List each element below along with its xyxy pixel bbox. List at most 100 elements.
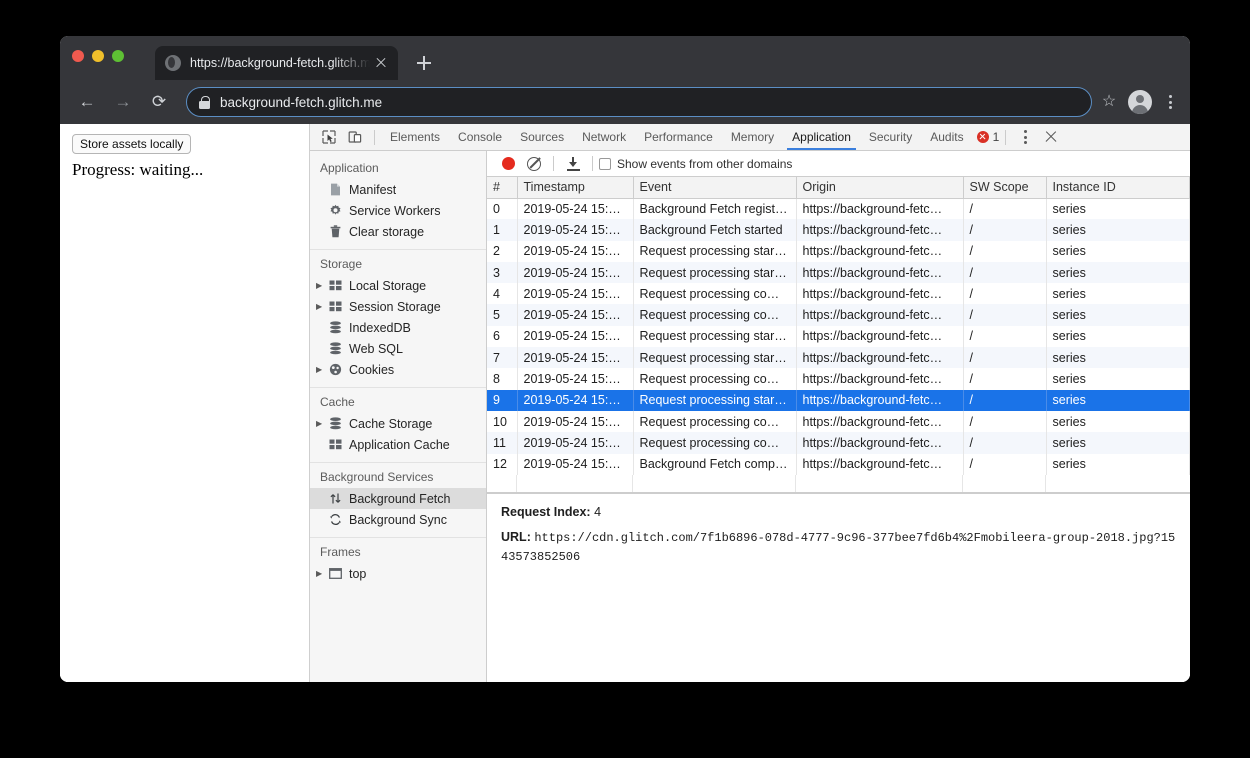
sidebar-item-clear-storage[interactable]: Clear storage bbox=[310, 221, 486, 242]
column-header-timestamp[interactable]: Timestamp bbox=[517, 177, 634, 199]
sidebar-item-application-cache[interactable]: Application Cache bbox=[310, 434, 486, 455]
chevron-right-icon[interactable]: ▶ bbox=[316, 281, 328, 290]
column-header-index[interactable]: # bbox=[487, 177, 518, 199]
chevron-right-icon[interactable]: ▶ bbox=[316, 419, 328, 428]
download-button[interactable] bbox=[560, 151, 586, 177]
sidebar-item-background-fetch[interactable]: Background Fetch bbox=[310, 488, 486, 509]
table-row[interactable]: 4 2019-05-24 15:5… Request processing com…… bbox=[487, 283, 1190, 305]
record-button[interactable] bbox=[495, 151, 521, 177]
browser-menu-icon[interactable] bbox=[1162, 94, 1178, 110]
tab-network[interactable]: Network bbox=[573, 124, 635, 150]
column-header-sw-scope[interactable]: SW Scope bbox=[963, 177, 1047, 199]
column-header-origin[interactable]: Origin bbox=[796, 177, 964, 199]
clear-button[interactable] bbox=[521, 151, 547, 177]
column-header-instance-id[interactable]: Instance ID bbox=[1046, 177, 1190, 199]
chevron-right-icon[interactable]: ▶ bbox=[316, 365, 328, 374]
tab-memory[interactable]: Memory bbox=[722, 124, 783, 150]
sidebar-section-cache: Cache ▶ Cache Storage Application Cache bbox=[310, 389, 486, 463]
cell-timestamp: 2019-05-24 15:5… bbox=[517, 240, 634, 262]
inspect-element-icon[interactable] bbox=[316, 124, 342, 150]
sidebar-section-application: Application Manifest Service Workers Cle… bbox=[310, 155, 486, 250]
tab-sources[interactable]: Sources bbox=[511, 124, 573, 150]
cell-origin: https://background-fetc… bbox=[796, 261, 964, 284]
cookie-icon bbox=[328, 362, 343, 377]
tab-audits[interactable]: Audits bbox=[921, 124, 972, 150]
back-button[interactable]: ← bbox=[72, 87, 102, 117]
sidebar-item-indexeddb[interactable]: IndexedDB bbox=[310, 317, 486, 338]
table-row-selected[interactable]: 9 2019-05-24 15:5… Request processing star… bbox=[487, 389, 1190, 411]
cell-origin: https://background-fetc… bbox=[796, 389, 964, 411]
table-row[interactable]: 10 2019-05-24 15:5… Request processing com… bbox=[487, 410, 1190, 433]
sidebar-item-web-sql[interactable]: Web SQL bbox=[310, 338, 486, 359]
tab-performance[interactable]: Performance bbox=[635, 124, 722, 150]
cell-origin: https://background-fetc… bbox=[796, 347, 964, 369]
bookmark-star-icon[interactable]: ☆ bbox=[1098, 91, 1120, 113]
sidebar-item-label: Session Storage bbox=[349, 299, 441, 314]
table-row[interactable]: 8 2019-05-24 15:5… Request processing com…… bbox=[487, 368, 1190, 390]
chevron-right-icon[interactable]: ▶ bbox=[316, 302, 328, 311]
close-window-button[interactable] bbox=[72, 50, 84, 62]
new-tab-button[interactable] bbox=[410, 49, 438, 77]
browser-tab[interactable]: https://background-fetch.glitch.me bbox=[155, 46, 398, 80]
table-row[interactable]: 5 2019-05-24 15:5… Request processing com…… bbox=[487, 304, 1190, 326]
address-bar[interactable]: background-fetch.glitch.me bbox=[186, 87, 1092, 117]
cell-event: Request processing start… bbox=[633, 347, 797, 369]
cell-event: Request processing com… bbox=[633, 432, 797, 454]
close-devtools-icon[interactable] bbox=[1038, 124, 1064, 150]
table-row[interactable]: 12 2019-05-24 15:5… Background Fetch comp…… bbox=[487, 453, 1190, 475]
cell-timestamp: 2019-05-24 15:5… bbox=[517, 389, 634, 411]
table-row[interactable]: 11 2019-05-24 15:5… Request processing com… bbox=[487, 432, 1190, 454]
table-row[interactable]: 0 2019-05-24 15:5… Background Fetch regist… bbox=[487, 198, 1190, 220]
forward-button[interactable]: → bbox=[108, 87, 138, 117]
column-header-event[interactable]: Event bbox=[633, 177, 797, 199]
cell-origin: https://background-fetc… bbox=[796, 410, 964, 433]
minimize-window-button[interactable] bbox=[92, 50, 104, 62]
maximize-window-button[interactable] bbox=[112, 50, 124, 62]
cell-scope: / bbox=[963, 347, 1047, 369]
devtools-tabbar: Elements Console Sources Network Perform… bbox=[310, 124, 1190, 151]
sidebar-item-session-storage[interactable]: ▶ Session Storage bbox=[310, 296, 486, 317]
tab-console[interactable]: Console bbox=[449, 124, 511, 150]
device-toolbar-icon[interactable] bbox=[342, 124, 368, 150]
event-grid-scroll[interactable]: # Timestamp Event Origin SW Scope Instan… bbox=[487, 177, 1190, 475]
gear-icon bbox=[328, 203, 343, 218]
cell-origin: https://background-fetc… bbox=[796, 198, 964, 220]
refresh-icon bbox=[328, 512, 343, 527]
chevron-right-icon[interactable]: ▶ bbox=[316, 569, 328, 578]
error-count: 1 bbox=[992, 130, 1000, 144]
table-icon bbox=[328, 278, 343, 293]
sidebar-item-service-workers[interactable]: Service Workers bbox=[310, 200, 486, 221]
store-assets-locally-button[interactable]: Store assets locally bbox=[72, 134, 192, 154]
sidebar-item-label: Application Cache bbox=[349, 437, 450, 452]
table-row[interactable]: 1 2019-05-24 15:5… Background Fetch starte… bbox=[487, 219, 1190, 241]
cell-scope: / bbox=[963, 389, 1047, 411]
table-row[interactable]: 6 2019-05-24 15:5… Request processing star… bbox=[487, 325, 1190, 348]
show-other-domains-checkbox[interactable]: Show events from other domains bbox=[599, 157, 792, 171]
table-row[interactable]: 3 2019-05-24 15:5… Request processing star… bbox=[487, 261, 1190, 284]
globe-favicon-icon bbox=[165, 55, 181, 71]
trash-icon bbox=[328, 224, 343, 239]
cell-index: 8 bbox=[487, 368, 518, 390]
reload-button[interactable]: ⟳ bbox=[144, 87, 174, 117]
tab-elements[interactable]: Elements bbox=[381, 124, 449, 150]
devtools-menu-icon[interactable] bbox=[1012, 124, 1038, 150]
sidebar-item-cookies[interactable]: ▶ Cookies bbox=[310, 359, 486, 380]
sidebar-item-background-sync[interactable]: Background Sync bbox=[310, 509, 486, 530]
sidebar-item-label: Clear storage bbox=[349, 224, 425, 239]
browser-window: https://background-fetch.glitch.me ← → ⟳… bbox=[60, 36, 1190, 682]
sidebar-item-top-frame[interactable]: ▶ top bbox=[310, 563, 486, 584]
close-tab-icon[interactable] bbox=[372, 54, 390, 72]
sidebar-item-cache-storage[interactable]: ▶ Cache Storage bbox=[310, 413, 486, 434]
sidebar-item-local-storage[interactable]: ▶ Local Storage bbox=[310, 275, 486, 296]
table-row[interactable]: 2 2019-05-24 15:5… Request processing star… bbox=[487, 240, 1190, 262]
section-title-cache: Cache bbox=[320, 395, 355, 409]
error-badge[interactable]: 1 bbox=[976, 130, 1000, 144]
tab-security[interactable]: Security bbox=[860, 124, 921, 150]
profile-avatar[interactable] bbox=[1128, 90, 1152, 114]
checkbox-box[interactable] bbox=[599, 157, 611, 170]
cell-index: 1 bbox=[487, 219, 518, 241]
url-value: https://cdn.glitch.com/7f1b6896-078d-477… bbox=[501, 530, 1176, 565]
tab-application[interactable]: Application bbox=[783, 124, 860, 150]
table-row[interactable]: 7 2019-05-24 15:5… Request processing star… bbox=[487, 347, 1190, 369]
sidebar-item-manifest[interactable]: Manifest bbox=[310, 179, 486, 200]
